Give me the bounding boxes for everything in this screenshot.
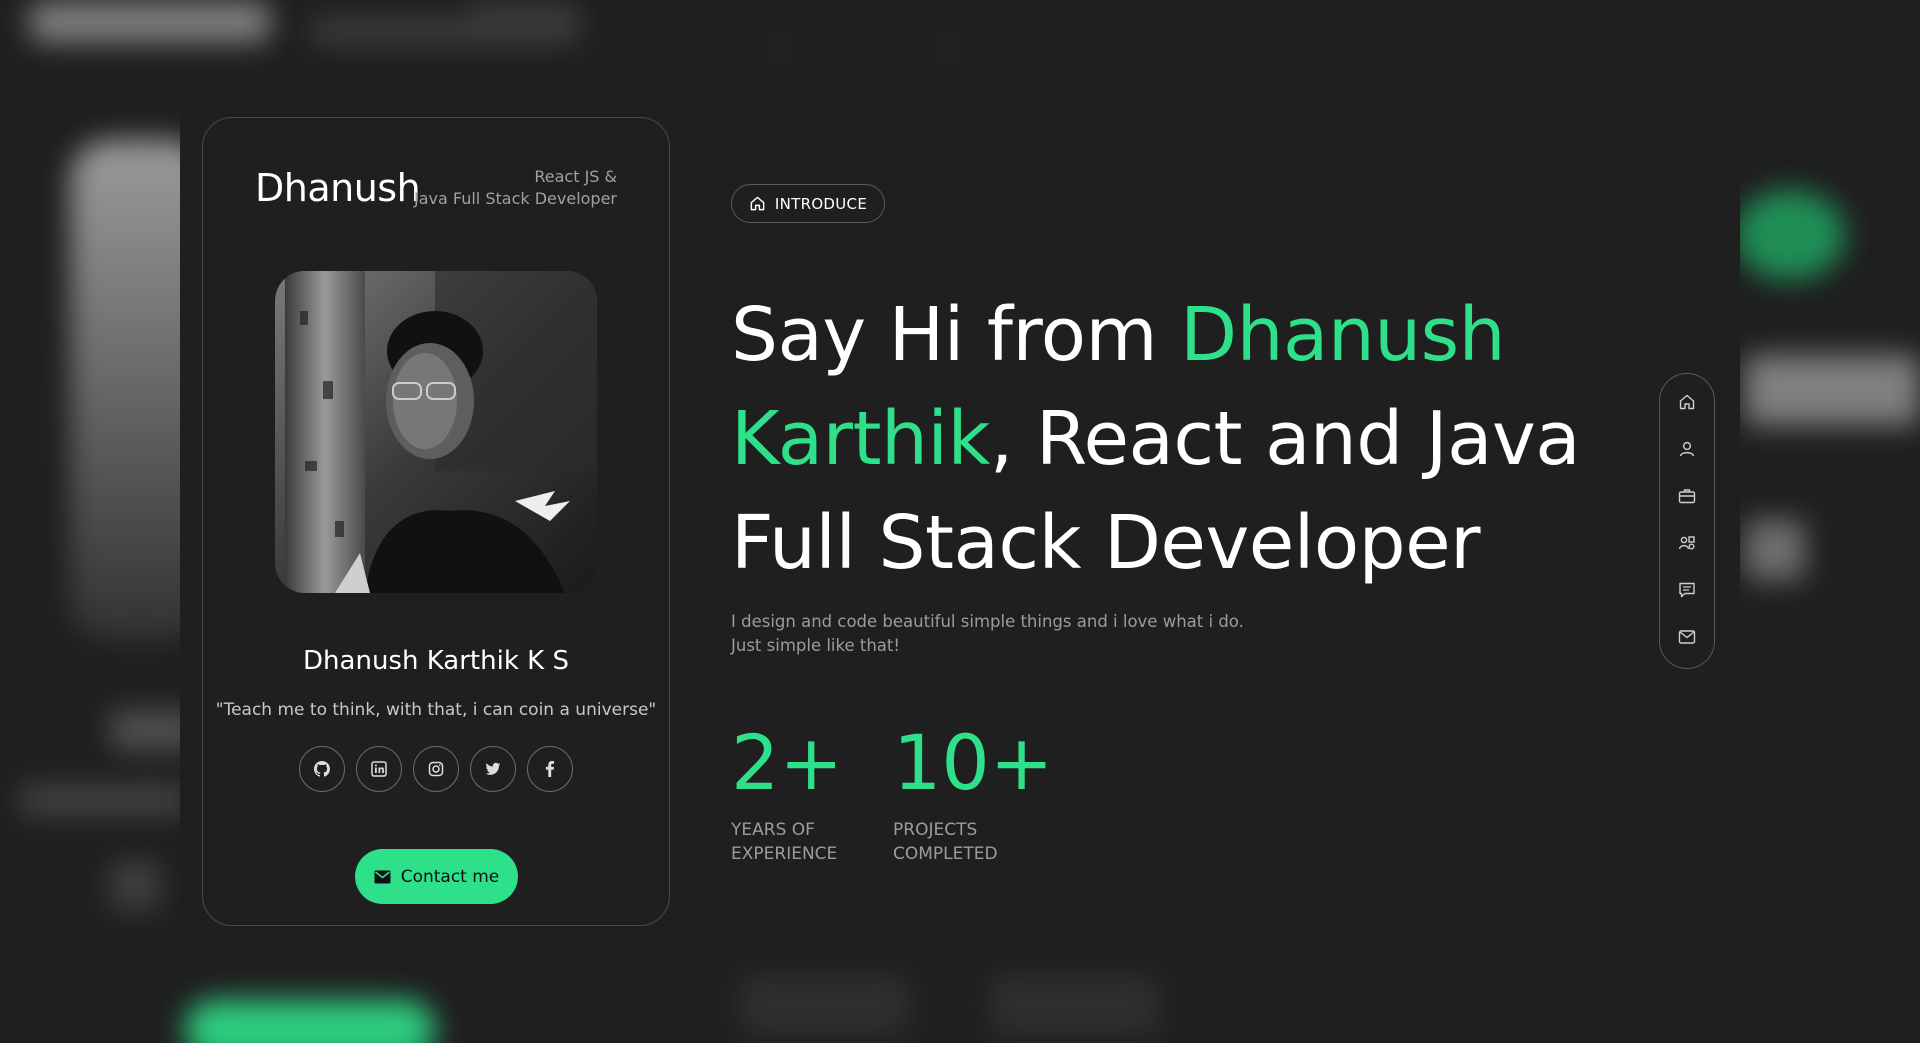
nav-home[interactable] bbox=[1675, 390, 1699, 414]
blurred-button bbox=[740, 975, 910, 1035]
social-links bbox=[203, 746, 669, 792]
card-role-line1: React JS & bbox=[534, 167, 617, 186]
stat-label-line2: EXPERIENCE bbox=[731, 844, 838, 864]
message-icon bbox=[1679, 582, 1695, 598]
hero-headline: Say Hi from Dhanush Karthik, React and J… bbox=[731, 283, 1631, 595]
home-icon bbox=[750, 196, 765, 211]
introduce-label: INTRODUCE bbox=[774, 194, 868, 213]
card-role-line2: Java Full Stack Developer bbox=[414, 189, 617, 208]
intro-desc-line1: I design and code beautiful simple thing… bbox=[731, 612, 1244, 631]
nav-services[interactable] bbox=[1675, 531, 1699, 555]
home-icon bbox=[1679, 394, 1695, 410]
stat-label: PROJECTS COMPLETED bbox=[893, 818, 1053, 866]
facebook-icon bbox=[545, 761, 555, 777]
card-header: Dhanush React JS & Java Full Stack Devel… bbox=[255, 166, 617, 226]
contact-me-label: Contact me bbox=[400, 866, 500, 887]
profile-card: Dhanush React JS & Java Full Stack Devel… bbox=[202, 117, 670, 926]
blurred-logo bbox=[30, 2, 270, 42]
blurred-button bbox=[990, 975, 1160, 1035]
profile-photo-image bbox=[275, 271, 597, 593]
twitter-icon bbox=[485, 762, 501, 775]
blurred-text bbox=[1745, 355, 1920, 425]
nav-resume[interactable] bbox=[1675, 484, 1699, 508]
stat-label-line1: PROJECTS bbox=[893, 820, 978, 840]
mail-icon bbox=[374, 870, 391, 883]
blurred-text bbox=[1745, 520, 1805, 580]
intro-description: I design and code beautiful simple thing… bbox=[731, 610, 1291, 658]
nav-testimonials[interactable] bbox=[1675, 578, 1699, 602]
side-navigation bbox=[1659, 373, 1715, 669]
twitter-button[interactable] bbox=[470, 746, 516, 792]
services-icon bbox=[1678, 536, 1695, 550]
headline-part1: Say Hi from bbox=[731, 292, 1181, 378]
stat-value: 10+ bbox=[893, 718, 1054, 807]
facebook-button[interactable] bbox=[527, 746, 573, 792]
briefcase-icon bbox=[1678, 489, 1696, 504]
profile-full-name: Dhanush Karthik K S bbox=[303, 646, 569, 676]
nav-contact[interactable] bbox=[1675, 625, 1699, 649]
user-icon bbox=[1679, 441, 1695, 457]
profile-quote: "Teach me to think, with that, i can coi… bbox=[215, 700, 657, 720]
mail-icon bbox=[1678, 630, 1696, 644]
stat-label: YEARS OF EXPERIENCE bbox=[731, 818, 891, 866]
blurred-text bbox=[20, 785, 190, 815]
contact-me-button[interactable]: Contact me bbox=[355, 849, 518, 904]
stat-projects: 10+ PROJECTS COMPLETED bbox=[893, 718, 1053, 866]
stat-experience: 2+ YEARS OF EXPERIENCE bbox=[731, 718, 891, 866]
blurred-accent bbox=[1735, 190, 1845, 280]
blurred-text bbox=[110, 860, 160, 910]
stat-value: 2+ bbox=[731, 718, 844, 807]
card-role: React JS & Java Full Stack Developer bbox=[414, 166, 617, 210]
introduce-badge: INTRODUCE bbox=[731, 184, 885, 223]
card-logo-name: Dhanush bbox=[255, 166, 421, 210]
blurred-subtitle bbox=[310, 18, 580, 44]
blurred-pill bbox=[770, 26, 960, 70]
instagram-icon bbox=[428, 761, 444, 777]
intro-desc-line2: Just simple like that! bbox=[731, 636, 900, 655]
blurred-subtitle bbox=[470, 2, 580, 20]
stat-label-line2: COMPLETED bbox=[893, 844, 998, 864]
stat-label-line1: YEARS OF bbox=[731, 820, 815, 840]
instagram-button[interactable] bbox=[413, 746, 459, 792]
nav-about[interactable] bbox=[1675, 437, 1699, 461]
github-icon bbox=[314, 761, 330, 777]
linkedin-button[interactable] bbox=[356, 746, 402, 792]
profile-photo bbox=[275, 271, 597, 593]
blurred-button bbox=[185, 1000, 435, 1043]
github-button[interactable] bbox=[299, 746, 345, 792]
linkedin-icon bbox=[371, 761, 387, 777]
